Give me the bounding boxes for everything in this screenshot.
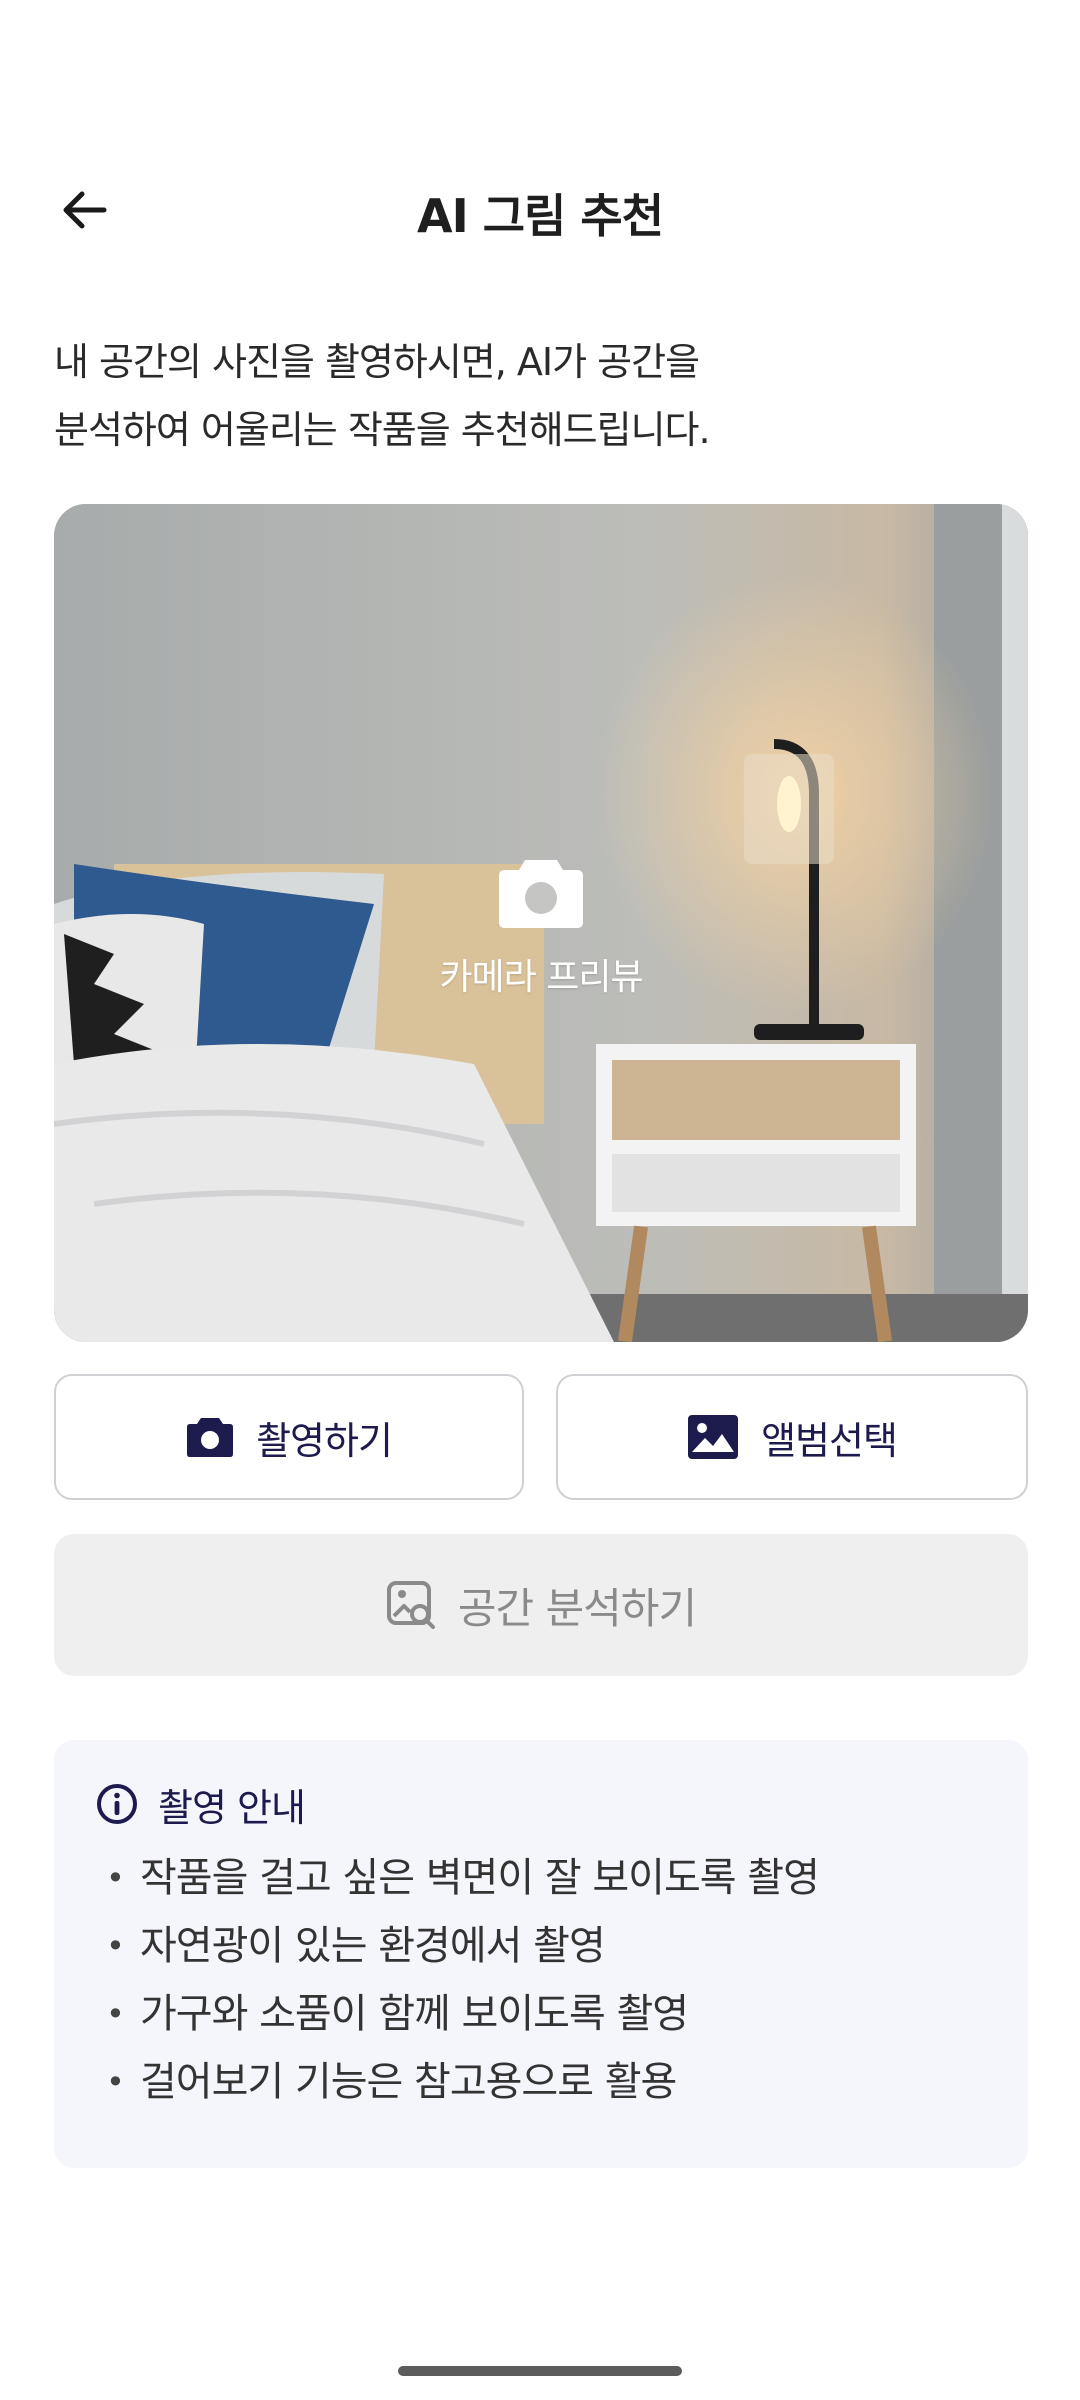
album-label: 앨범선택	[761, 1418, 898, 1463]
intro-line-2: 분석하여 어울리는 작품을 추천해드립니다.	[54, 408, 711, 452]
info-icon	[97, 1784, 137, 1824]
camera-preview[interactable]: 카메라 프리뷰	[54, 504, 1028, 1342]
guide-item-text: 자연광이 있는 환경에서 촬영	[140, 1923, 606, 1969]
guide-header: 촬영 안내	[96, 1776, 986, 1832]
screen: AI 그림 추천 내 공간의 사진을 촬영하시면, AI가 공간을 분석하여 어…	[0, 0, 1080, 2400]
guide-item: • 작품을 걸고 싶은 벽면이 잘 보이도록 촬영	[96, 1844, 986, 1912]
album-select-button[interactable]: 앨범선택	[556, 1374, 1028, 1500]
analyze-label: 공간 분석하기	[457, 1583, 697, 1633]
image-icon	[688, 1415, 739, 1459]
shooting-guide: 촬영 안내 • 작품을 걸고 싶은 벽면이 잘 보이도록 촬영 • 자연광이 있는 …	[54, 1740, 1028, 2168]
capture-label: 촬영하기	[256, 1418, 393, 1463]
image-search-icon	[386, 1581, 435, 1629]
camera-icon	[497, 854, 585, 934]
bullet-icon: •	[106, 1927, 125, 1965]
bullet-icon: •	[106, 2063, 125, 2101]
guide-item-text: 가구와 소품이 함께 보이도록 촬영	[140, 1991, 689, 2037]
guide-item: • 가구와 소품이 함께 보이도록 촬영	[96, 1980, 986, 2048]
bullet-icon: •	[106, 1859, 125, 1897]
preview-center: 카메라 프리뷰	[54, 854, 1028, 1000]
preview-label: 카메라 프리뷰	[439, 957, 643, 998]
guide-item: • 걸어보기 기능은 참고용으로 활용	[96, 2048, 986, 2116]
guide-list: • 작품을 걸고 싶은 벽면이 잘 보이도록 촬영 • 자연광이 있는 환경에서 촬…	[96, 1844, 986, 2116]
guide-title: 촬영 안내	[158, 1785, 306, 1830]
page-title: AI 그림 추천	[416, 189, 664, 243]
bullet-icon: •	[106, 1995, 125, 2033]
intro-text: 내 공간의 사진을 촬영하시면, AI가 공간을 분석하여 어울리는 작품을 추…	[54, 328, 1034, 464]
guide-item-text: 작품을 걸고 싶은 벽면이 잘 보이도록 촬영	[140, 1855, 820, 1901]
home-indicator[interactable]	[398, 2366, 682, 2376]
capture-button[interactable]: 촬영하기	[54, 1374, 524, 1500]
action-buttons: 촬영하기 앨범선택	[54, 1374, 1028, 1500]
guide-item: • 자연광이 있는 환경에서 촬영	[96, 1912, 986, 1980]
app-header: AI 그림 추천	[0, 160, 1080, 260]
guide-item-text: 걸어보기 기능은 참고용으로 활용	[140, 2059, 677, 2105]
camera-icon	[187, 1418, 234, 1457]
intro-line-1: 내 공간의 사진을 촬영하시면, AI가 공간을	[54, 340, 700, 384]
analyze-space-button[interactable]: 공간 분석하기	[54, 1534, 1028, 1676]
